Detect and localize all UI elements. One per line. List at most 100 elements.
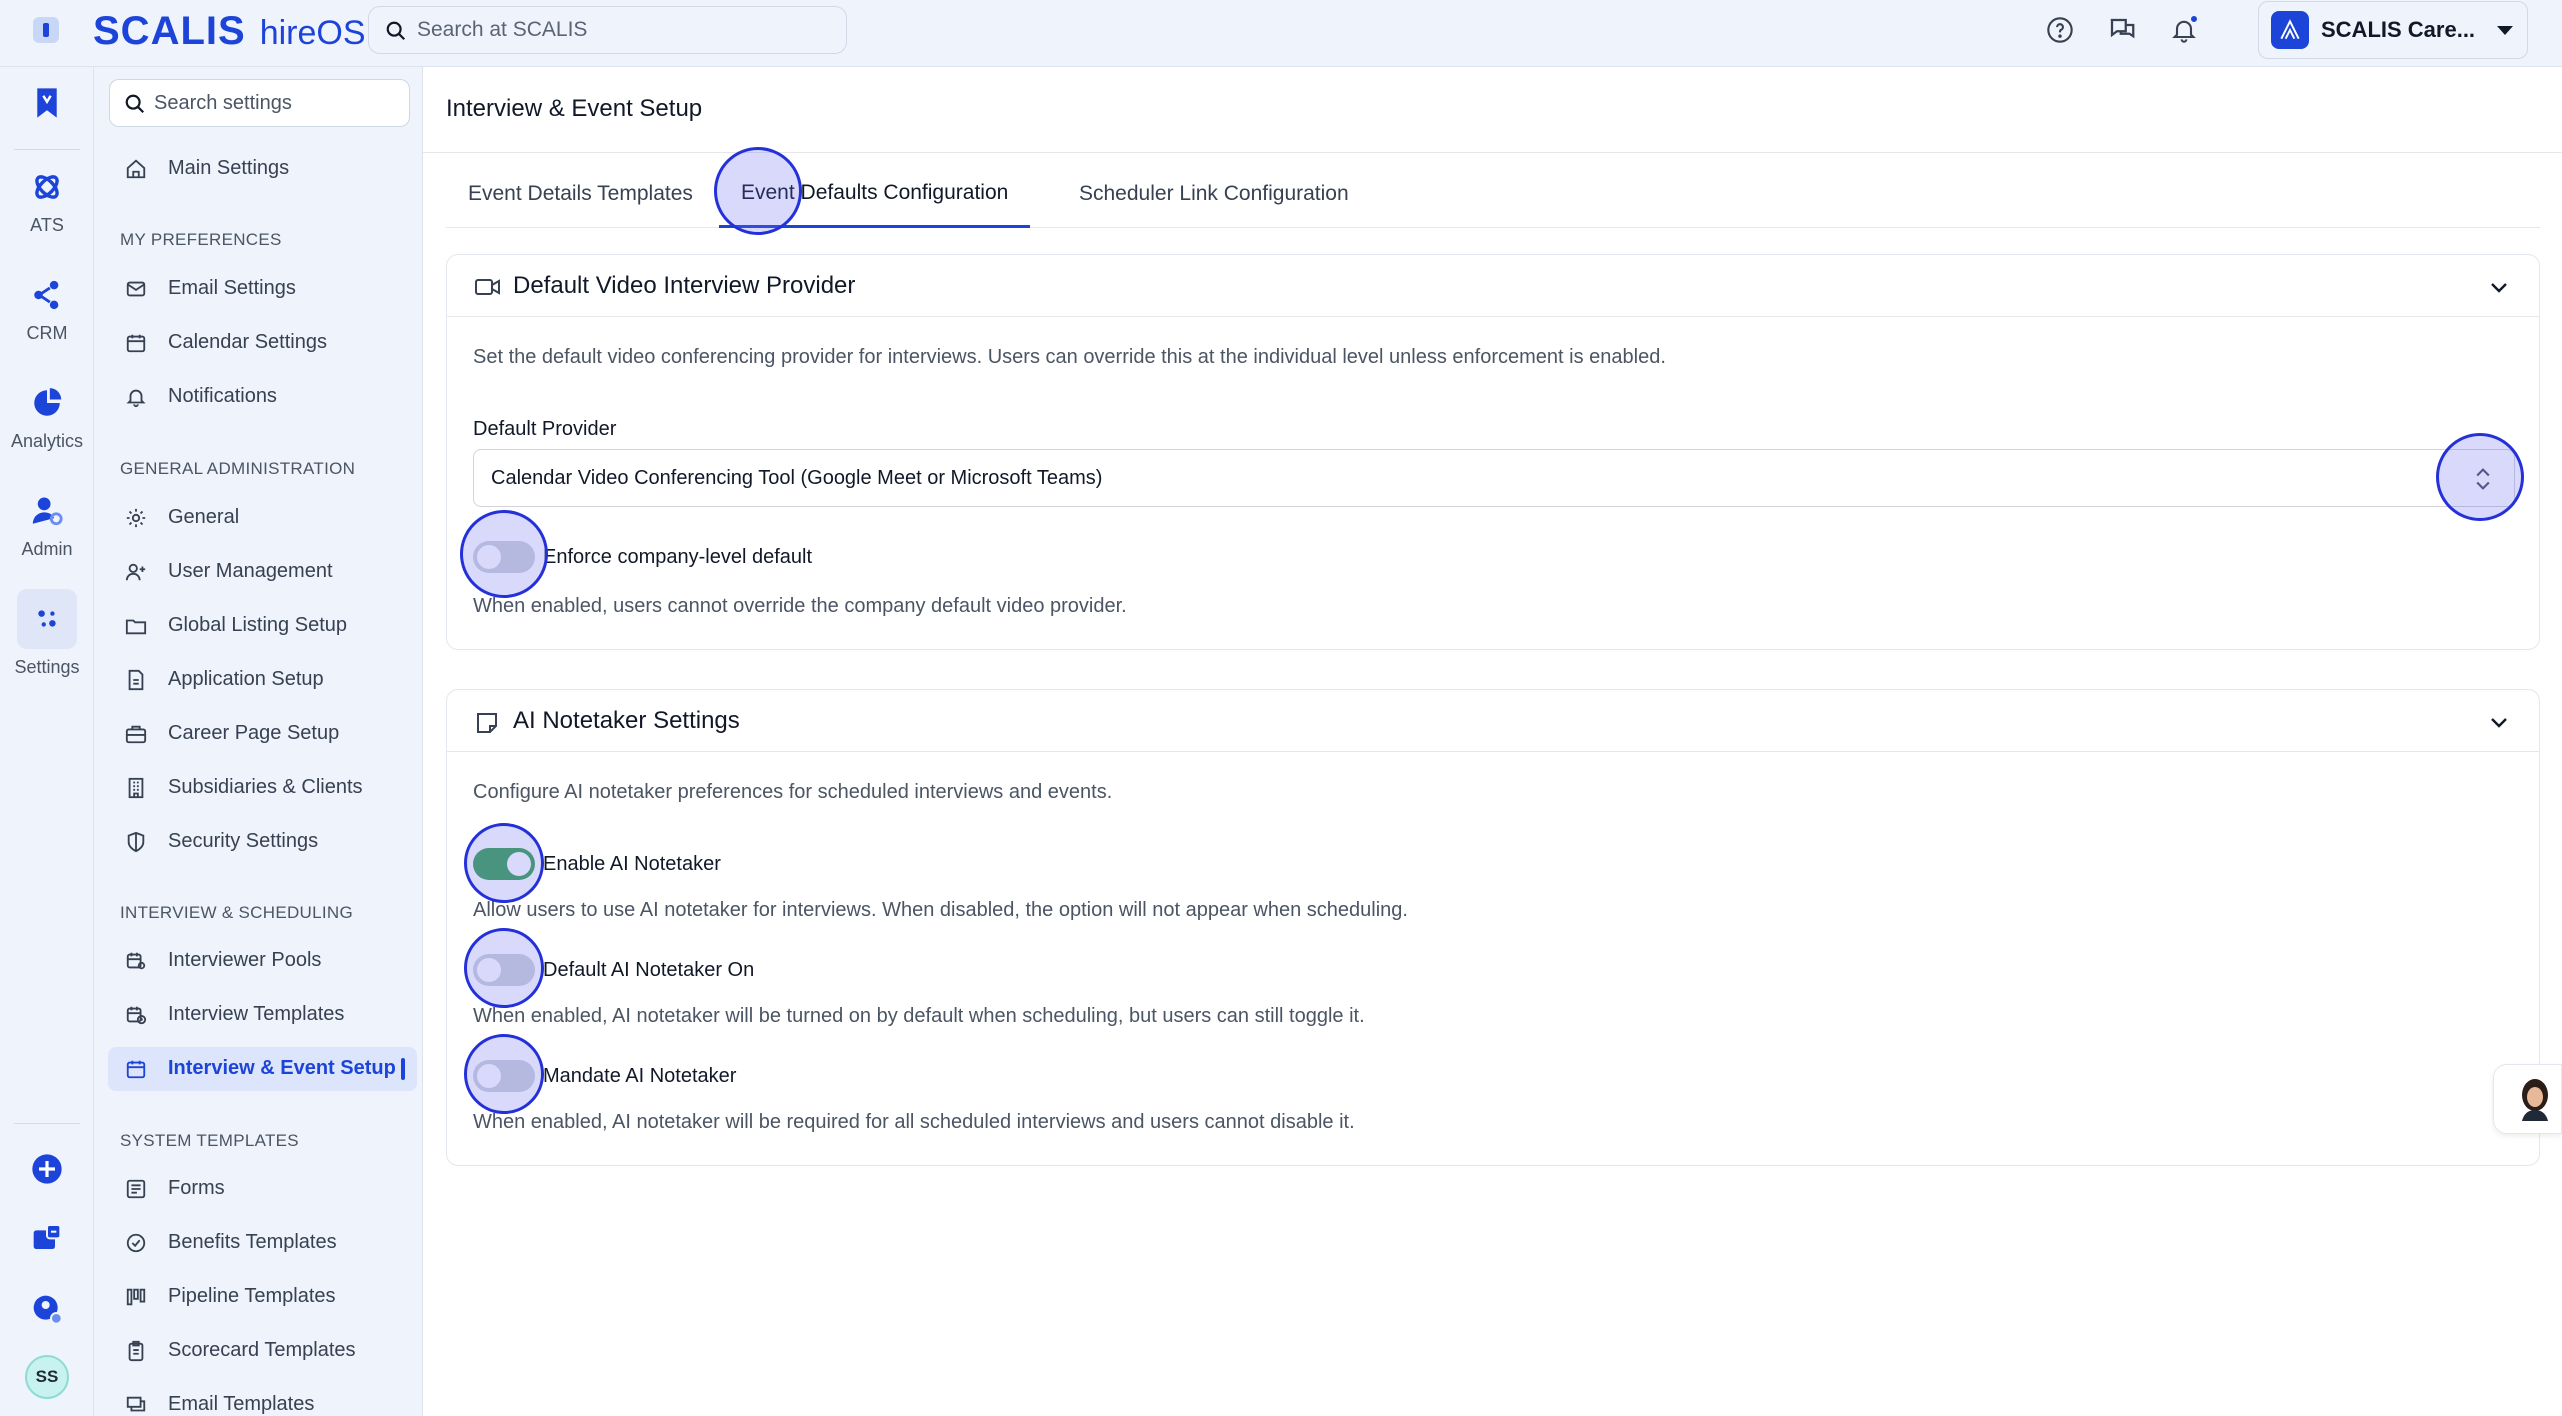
mandate-notetaker-help: When enabled, AI notetaker will be requi… (473, 1111, 1355, 1133)
page-header: Interview & Event Setup (423, 67, 2562, 153)
brand-name: SCALIS (93, 9, 246, 53)
nav-label: Scorecard Templates (168, 1339, 356, 1361)
nav-item-career-page-setup[interactable]: Career Page Setup (14, 712, 417, 756)
tab-scheduler-link-configuration[interactable]: Scheduler Link Configuration (1057, 160, 1371, 228)
card-description: Configure AI notetaker preferences for s… (473, 781, 1113, 803)
assistant-avatar-button[interactable] (2493, 1064, 2562, 1134)
search-icon (125, 94, 145, 114)
brand-logo[interactable]: SCALIS hireOS (93, 9, 366, 53)
chat-icon[interactable] (2106, 14, 2138, 46)
calendar-user-icon (124, 949, 148, 973)
default-provider-value: Calendar Video Conferencing Tool (Google… (491, 467, 1103, 489)
nav-item-email-settings[interactable]: Email Settings (14, 267, 417, 311)
document-icon (124, 668, 148, 692)
nav-label: Forms (168, 1177, 225, 1199)
nav-item-main-settings[interactable]: Main Settings (14, 147, 417, 191)
card-title: AI Notetaker Settings (513, 707, 740, 734)
notifications-bell-icon[interactable] (2168, 14, 2200, 46)
help-icon[interactable] (2044, 14, 2076, 46)
nav-item-interviewer-pools[interactable]: Interviewer Pools (14, 939, 417, 983)
nav-label: Subsidiaries & Clients (168, 776, 363, 798)
mandate-notetaker-toggle[interactable] (473, 1060, 535, 1092)
nav-section-interview: INTERVIEW & SCHEDULING (120, 903, 353, 922)
nav-label: Email Settings (168, 277, 296, 299)
default-notetaker-toggle[interactable] (473, 954, 535, 986)
folder-icon (124, 614, 148, 638)
tab-bar: Event Details Templates Event Defaults C… (446, 160, 2540, 228)
nav-label: Calendar Settings (168, 331, 327, 353)
nav-item-subsidiaries-clients[interactable]: Subsidiaries & Clients (14, 766, 417, 810)
toggle-knob (507, 852, 531, 876)
nav-item-global-listing-setup[interactable]: Global Listing Setup (14, 604, 417, 648)
nav-item-interview-event-setup[interactable]: Interview & Event Setup (108, 1047, 417, 1091)
nav-item-forms[interactable]: Forms (14, 1167, 417, 1211)
mail-template-icon (124, 1393, 148, 1416)
default-notetaker-help: When enabled, AI notetaker will be turne… (473, 1005, 1365, 1027)
org-switcher[interactable]: SCALIS Care... (2258, 1, 2528, 59)
nav-label: Interview & Event Setup (168, 1057, 396, 1079)
org-logo-icon (2271, 11, 2309, 49)
sidebar-toggle-icon[interactable] (33, 17, 59, 43)
tab-event-defaults-configuration[interactable]: Event Defaults Configuration (719, 160, 1031, 228)
nav-label: Benefits Templates (168, 1231, 337, 1253)
enable-notetaker-help: Allow users to use AI notetaker for inte… (473, 899, 1408, 921)
nav-label: Global Listing Setup (168, 614, 348, 636)
nav-label: Interviewer Pools (168, 949, 322, 971)
video-provider-card: Default Video Interview Provider Set the… (446, 254, 2540, 650)
nav-item-scorecard-templates[interactable]: Scorecard Templates (14, 1329, 417, 1373)
page-title: Interview & Event Setup (446, 95, 703, 122)
enable-notetaker-toggle[interactable] (473, 848, 535, 880)
nav-label: Notifications (168, 385, 277, 407)
nav-label: Application Setup (168, 668, 324, 690)
card-title: Default Video Interview Provider (513, 272, 856, 299)
home-icon (124, 157, 148, 181)
calendar-icon (124, 331, 148, 355)
nav-item-user-management[interactable]: User Management (14, 550, 417, 594)
settings-search[interactable] (109, 79, 410, 127)
ai-notetaker-card-header[interactable]: AI Notetaker Settings (447, 690, 2539, 752)
rail-label: ATS (30, 215, 64, 235)
tab-event-details-templates[interactable]: Event Details Templates (446, 160, 715, 228)
nav-section-system: SYSTEM TEMPLATES (120, 1131, 299, 1150)
rail-divider (14, 1123, 80, 1124)
chevron-down-icon[interactable] (2487, 710, 2511, 734)
nav-label: Career Page Setup (168, 722, 340, 744)
video-provider-card-header[interactable]: Default Video Interview Provider (447, 255, 2539, 317)
org-name: SCALIS Care... (2321, 17, 2476, 42)
kanban-icon (124, 1285, 148, 1309)
nav-item-calendar-settings[interactable]: Calendar Settings (14, 321, 417, 365)
nav-item-email-templates[interactable]: Email Templates (14, 1383, 417, 1416)
nav-item-application-setup[interactable]: Application Setup (14, 658, 417, 702)
toggle-knob (477, 545, 501, 569)
rail-item-bookmarks[interactable] (0, 83, 94, 123)
check-badge-icon (124, 1231, 148, 1255)
settings-search-input[interactable] (154, 91, 394, 115)
gear-icon (124, 506, 148, 530)
enforce-default-toggle[interactable] (473, 541, 535, 573)
nav-item-pipeline-templates[interactable]: Pipeline Templates (14, 1275, 417, 1319)
enforce-default-label: Enforce company-level default (543, 546, 813, 568)
nav-label: Interview Templates (168, 1003, 345, 1025)
notification-dot (2189, 14, 2199, 24)
nav-item-security-settings[interactable]: Security Settings (14, 820, 417, 864)
nav-item-benefits-templates[interactable]: Benefits Templates (14, 1221, 417, 1265)
enable-notetaker-label: Enable AI Notetaker (543, 853, 721, 875)
rail-label: Analytics (10, 431, 84, 451)
nav-section-preferences: MY PREFERENCES (120, 230, 282, 249)
card-description: Set the default video conferencing provi… (473, 346, 1666, 368)
nav-label: Email Templates (168, 1393, 315, 1415)
chevron-down-icon[interactable] (2487, 275, 2511, 299)
global-search[interactable] (368, 6, 847, 54)
nav-item-notifications[interactable]: Notifications (14, 375, 417, 419)
calendar-icon (124, 1057, 148, 1081)
default-provider-label: Default Provider (473, 418, 617, 440)
default-notetaker-label: Default AI Notetaker On (543, 959, 755, 981)
chevron-down-icon (2497, 26, 2513, 35)
nav-item-general[interactable]: General (14, 496, 417, 540)
nav-item-interview-templates[interactable]: Interview Templates (14, 993, 417, 1037)
default-provider-select[interactable]: Calendar Video Conferencing Tool (Google… (473, 449, 2515, 507)
global-search-input[interactable] (417, 18, 817, 42)
mail-icon (124, 277, 148, 301)
mandate-notetaker-label: Mandate AI Notetaker (543, 1065, 737, 1087)
clipboard-icon (124, 1339, 148, 1363)
